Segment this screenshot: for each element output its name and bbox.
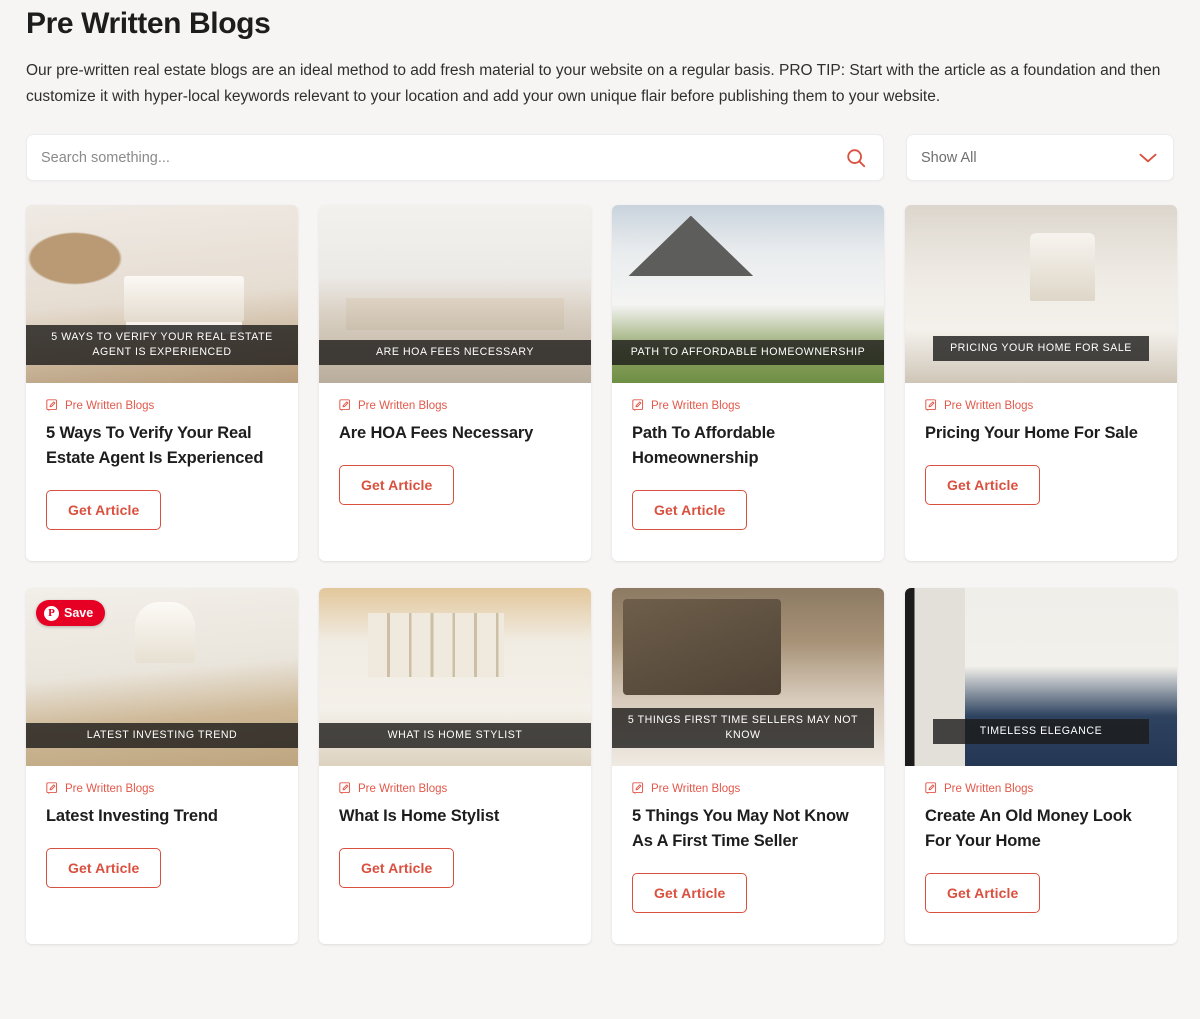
pinterest-save-button[interactable]: P Save	[36, 600, 106, 626]
get-article-button[interactable]: Get Article	[339, 465, 455, 505]
pinterest-icon: P	[44, 605, 59, 621]
blog-card[interactable]: 5 Ways To Verify Your Real Estate Agent …	[26, 205, 298, 561]
chevron-down-icon[interactable]	[1138, 151, 1158, 165]
card-body: Pre Written Blogs 5 Ways To Verify Your …	[26, 383, 298, 561]
category-filter-dropdown[interactable]: Show All	[906, 134, 1174, 181]
page-title: Pre Written Blogs	[26, 7, 271, 40]
card-category: Pre Written Blogs	[339, 782, 571, 795]
card-media[interactable]: Timeless Elegance	[905, 588, 1177, 766]
card-body: Pre Written Blogs What Is Home Stylist G…	[319, 766, 591, 944]
card-body: Pre Written Blogs Create An Old Money Lo…	[905, 766, 1177, 944]
card-media[interactable]: Path To Affordable Homeownership	[612, 205, 884, 383]
card-category-label: Pre Written Blogs	[358, 782, 448, 795]
blog-card[interactable]: Path To Affordable Homeownership Pre Wri…	[612, 205, 884, 561]
card-category: Pre Written Blogs	[46, 782, 278, 795]
card-body: Pre Written Blogs Are HOA Fees Necessary…	[319, 383, 591, 561]
card-body: Pre Written Blogs Latest Investing Trend…	[26, 766, 298, 944]
blog-card[interactable]: 5 Things First Time Sellers May Not Know…	[612, 588, 884, 944]
search-icon[interactable]	[845, 147, 867, 169]
search-box[interactable]	[26, 134, 884, 181]
card-title: Path To Affordable Homeownership	[632, 424, 776, 467]
get-article-button[interactable]: Get Article	[339, 848, 455, 888]
card-category: Pre Written Blogs	[46, 399, 278, 412]
card-media[interactable]: P Save Latest Investing Trend	[26, 588, 298, 766]
blog-card[interactable]: P Save Latest Investing Trend Pre Writte…	[26, 588, 298, 944]
blog-card[interactable]: Pricing Your Home For Sale Pre Written B…	[905, 205, 1177, 561]
card-category-label: Pre Written Blogs	[651, 399, 741, 412]
card-media[interactable]: What Is Home Stylist	[319, 588, 591, 766]
category-filter-value: Show All	[921, 149, 977, 166]
filter-bar: Show All	[26, 134, 1174, 181]
card-image-caption: Path To Affordable Homeownership	[612, 340, 884, 365]
edit-pen-icon	[46, 782, 59, 795]
edit-pen-icon	[925, 782, 938, 795]
card-media[interactable]: Are HOA Fees Necessary	[319, 205, 591, 383]
card-body: Pre Written Blogs Path To Affordable Hom…	[612, 383, 884, 561]
card-image-caption: Are HOA Fees Necessary	[319, 340, 591, 365]
card-category: Pre Written Blogs	[632, 782, 864, 795]
edit-pen-icon	[632, 782, 645, 795]
card-image-caption: 5 Things First Time Sellers May Not Know	[612, 708, 874, 748]
card-title: What Is Home Stylist	[339, 807, 500, 825]
card-category: Pre Written Blogs	[925, 399, 1157, 412]
blog-card[interactable]: Timeless Elegance Pre Written Blogs Crea…	[905, 588, 1177, 944]
get-article-button[interactable]: Get Article	[632, 873, 748, 913]
card-image-caption: Pricing Your Home For Sale	[933, 336, 1149, 361]
card-image-caption: What Is Home Stylist	[319, 723, 591, 748]
edit-pen-icon	[925, 399, 938, 412]
card-category-label: Pre Written Blogs	[65, 399, 155, 412]
card-image-caption: Timeless Elegance	[933, 719, 1149, 744]
card-media[interactable]: Pricing Your Home For Sale	[905, 205, 1177, 383]
card-category-label: Pre Written Blogs	[944, 399, 1034, 412]
card-category-label: Pre Written Blogs	[65, 782, 155, 795]
edit-pen-icon	[339, 399, 352, 412]
get-article-button[interactable]: Get Article	[46, 848, 162, 888]
blog-card[interactable]: What Is Home Stylist Pre Written Blogs W…	[319, 588, 591, 944]
pinterest-save-label: Save	[64, 606, 94, 620]
card-image-caption: 5 Ways To Verify Your Real Estate Agent …	[26, 325, 298, 365]
card-title: Pricing Your Home For Sale	[925, 424, 1138, 442]
card-category: Pre Written Blogs	[632, 399, 864, 412]
card-title: 5 Ways To Verify Your Real Estate Agent …	[46, 424, 264, 467]
card-body: Pre Written Blogs 5 Things You May Not K…	[612, 766, 884, 944]
card-category: Pre Written Blogs	[339, 399, 571, 412]
search-input[interactable]	[27, 135, 883, 180]
edit-pen-icon	[632, 399, 645, 412]
get-article-button[interactable]: Get Article	[925, 465, 1041, 505]
get-article-button[interactable]: Get Article	[632, 490, 748, 530]
pre-written-blogs-page: Pre Written Blogs Our pre-written real e…	[0, 0, 1200, 1019]
edit-pen-icon	[46, 399, 59, 412]
card-body: Pre Written Blogs Pricing Your Home For …	[905, 383, 1177, 561]
blog-card[interactable]: Are HOA Fees Necessary Pre Written Blogs…	[319, 205, 591, 561]
card-title: Are HOA Fees Necessary	[339, 424, 534, 442]
edit-pen-icon	[339, 782, 352, 795]
card-category-label: Pre Written Blogs	[358, 399, 448, 412]
card-category: Pre Written Blogs	[925, 782, 1157, 795]
card-category-label: Pre Written Blogs	[944, 782, 1034, 795]
card-category-label: Pre Written Blogs	[651, 782, 741, 795]
get-article-button[interactable]: Get Article	[46, 490, 162, 530]
get-article-button[interactable]: Get Article	[925, 873, 1041, 913]
card-title: Latest Investing Trend	[46, 807, 218, 825]
card-media[interactable]: 5 Things First Time Sellers May Not Know	[612, 588, 884, 766]
card-image-caption: Latest Investing Trend	[26, 723, 298, 748]
card-media[interactable]: 5 Ways To Verify Your Real Estate Agent …	[26, 205, 298, 383]
blog-card-grid: 5 Ways To Verify Your Real Estate Agent …	[26, 205, 1177, 944]
card-title: Create An Old Money Look For Your Home	[925, 807, 1132, 850]
card-title: 5 Things You May Not Know As A First Tim…	[632, 807, 849, 850]
page-description: Our pre-written real estate blogs are an…	[26, 62, 1161, 105]
